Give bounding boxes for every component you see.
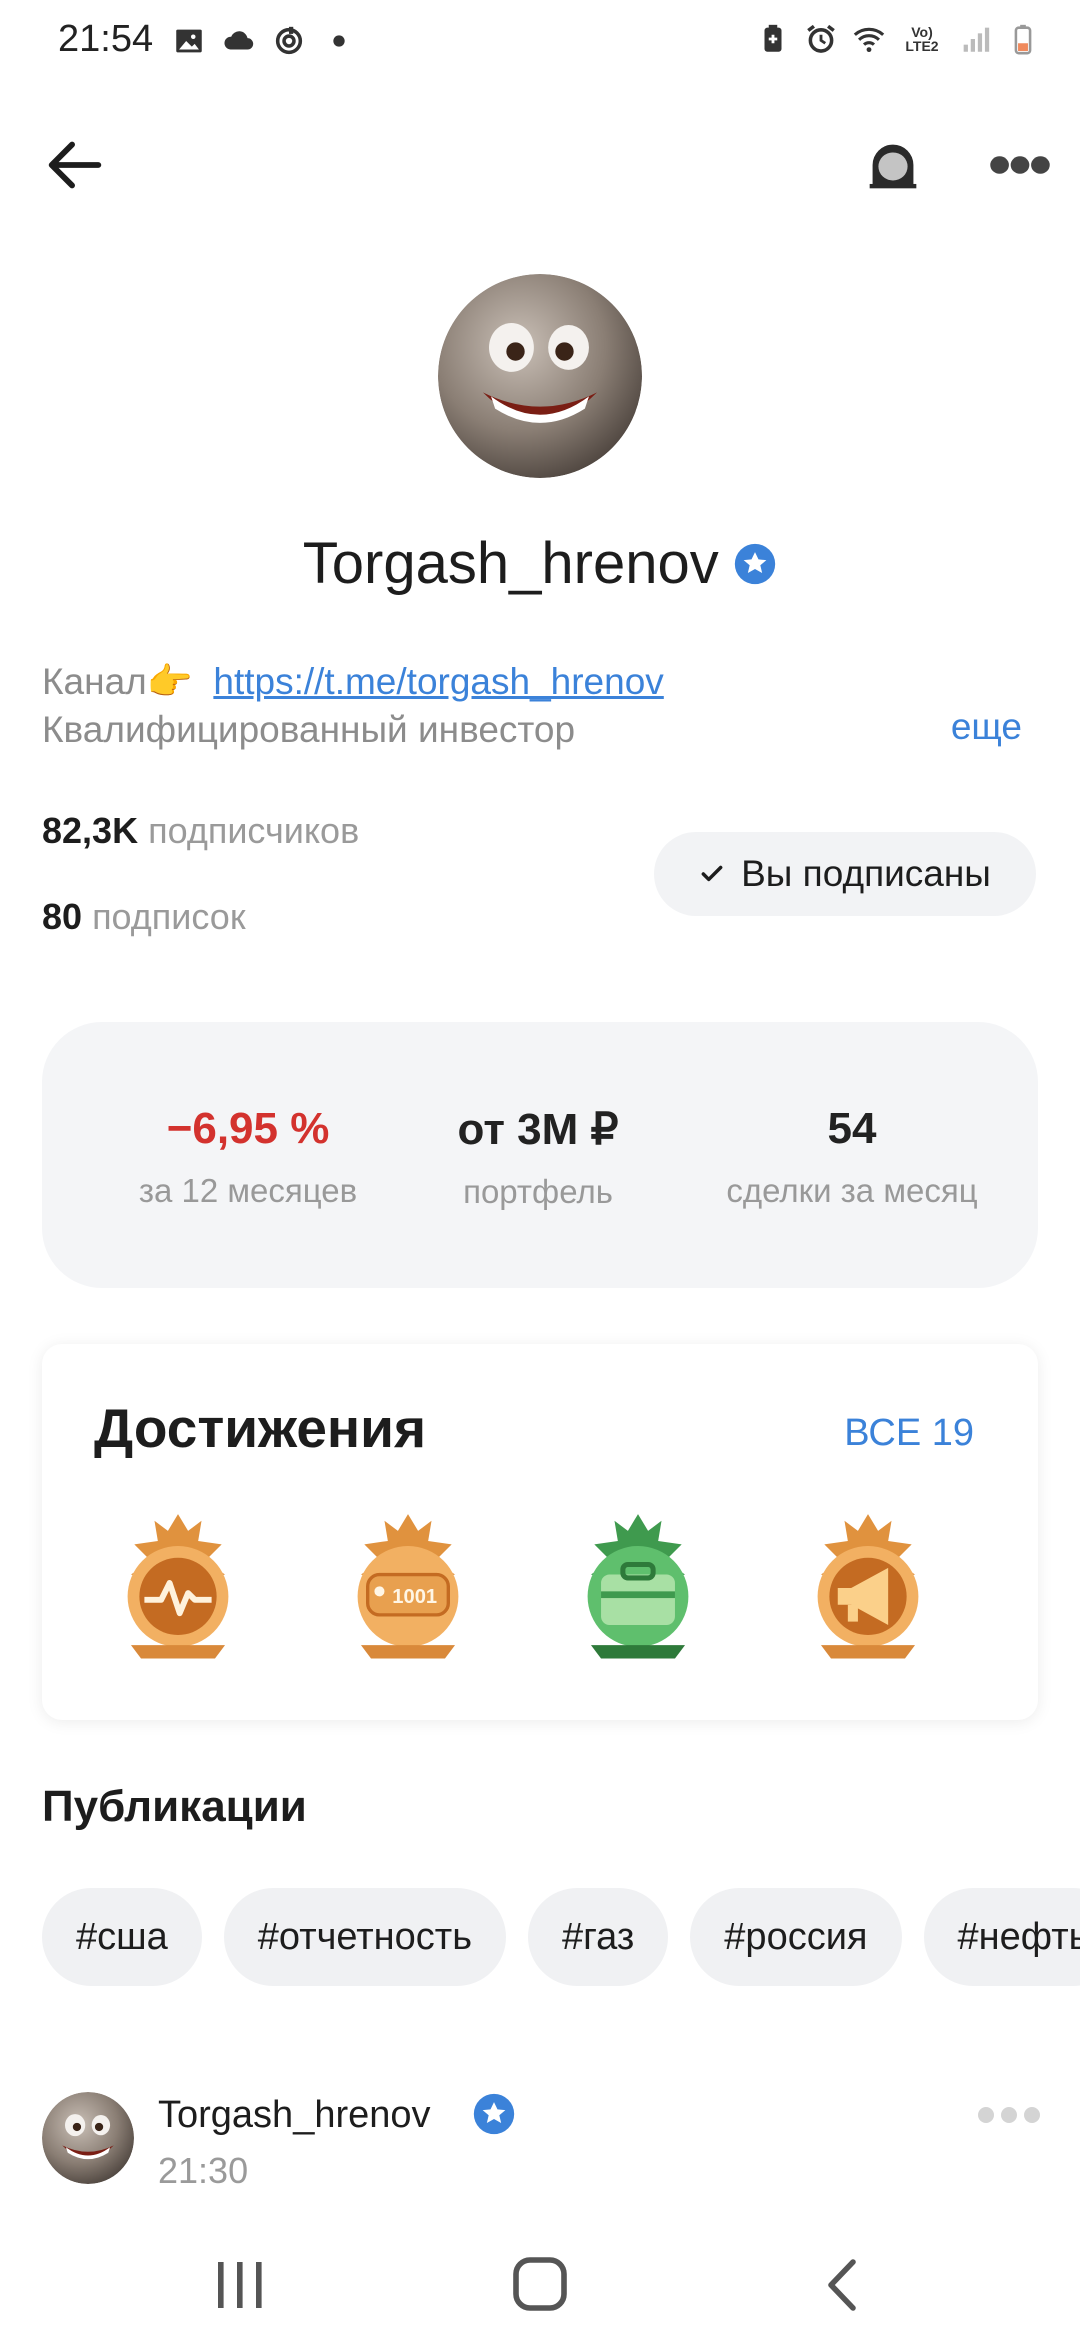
sync-icon xyxy=(275,26,303,55)
badge-1001-text: 1001 xyxy=(392,1586,437,1608)
verified-icon xyxy=(473,2093,515,2135)
profile-name-row: Torgash_hrenov xyxy=(0,530,1080,597)
check-icon xyxy=(701,865,723,882)
post-time: 21:30 xyxy=(158,2150,249,2191)
profile-name: Torgash_hrenov xyxy=(302,531,719,596)
post-header: Torgash_hrenov 21:30 xyxy=(42,2090,1042,2200)
publications-title: Публикации xyxy=(42,1782,307,1831)
signal-icon xyxy=(963,27,990,52)
more-dots-icon[interactable] xyxy=(985,130,1055,200)
pulse-badge-icon[interactable] xyxy=(94,1504,262,1672)
post-author-avatar[interactable] xyxy=(42,2092,134,2184)
verified-icon xyxy=(735,543,776,584)
alarm-icon xyxy=(807,24,835,53)
back-nav-icon[interactable] xyxy=(805,2250,885,2320)
status-bar: 21:54 Vo) LTE2 xyxy=(0,0,1080,84)
bio-prefix: Канал👉 xyxy=(42,661,193,702)
metric-yield-value: −6,95 % xyxy=(166,1104,330,1153)
metric-portfolio[interactable]: от 3M ₽ портфель xyxy=(378,1104,698,1211)
metric-portfolio-value: от 3M ₽ xyxy=(457,1105,619,1154)
system-nav-bar xyxy=(0,2230,1080,2340)
dot-icon xyxy=(333,35,345,47)
bio-line2: Квалифицированный инвестор xyxy=(42,709,576,750)
ghost-icon[interactable] xyxy=(858,130,928,200)
wifi-icon xyxy=(853,27,885,53)
subscriptions-count: 80 xyxy=(42,896,83,937)
post-author-name[interactable]: Torgash_hrenov xyxy=(158,2094,431,2137)
metric-deals-label: сделки за месяц xyxy=(726,1172,978,1209)
subscribers-stat[interactable]: 82,3K подписчиков xyxy=(42,810,359,852)
achievements-title: Достижения xyxy=(94,1397,427,1459)
subscriptions-label: подписок xyxy=(92,896,246,937)
achievements-card: Достижения ВСЕ 19 1001 xyxy=(42,1344,1038,1720)
megaphone-badge-icon[interactable] xyxy=(784,1504,952,1672)
metric-portfolio-label: портфель xyxy=(463,1173,613,1210)
post-more-icon[interactable] xyxy=(976,2100,1042,2130)
profile-avatar[interactable] xyxy=(438,274,642,478)
metrics-panel: −6,95 % за 12 месяцев от 3M ₽ портфель 5… xyxy=(42,1022,1038,1288)
profile-bio: Канал👉 https://t.me/torgash_hrenov Квали… xyxy=(42,658,1042,754)
recent-apps-icon[interactable] xyxy=(200,2250,280,2320)
tag-chip[interactable]: #россия xyxy=(690,1888,902,1986)
bio-link[interactable]: https://t.me/torgash_hrenov xyxy=(213,661,663,702)
metric-yield[interactable]: −6,95 % за 12 месяцев xyxy=(88,1104,408,1210)
cloud-icon xyxy=(224,31,254,50)
tag-chip[interactable]: #отчетность xyxy=(223,1888,506,1986)
briefcase-badge-icon[interactable] xyxy=(554,1504,722,1672)
back-arrow-icon[interactable] xyxy=(40,130,110,200)
battery-saver-icon xyxy=(764,24,782,52)
subscribed-button[interactable]: Вы подписаны xyxy=(654,832,1036,916)
tag-chip[interactable]: #газ xyxy=(528,1888,669,1986)
metric-deals-value: 54 xyxy=(827,1104,877,1153)
image-icon xyxy=(176,29,202,53)
subscribers-count: 82,3K xyxy=(42,810,139,851)
metric-yield-label: за 12 месяцев xyxy=(138,1172,358,1209)
1001-badge-icon[interactable]: 1001 xyxy=(324,1504,492,1672)
home-icon[interactable] xyxy=(500,2250,580,2320)
tag-list: #сша #отчетность #газ #россия #нефть xyxy=(42,1888,1080,1986)
tag-chip[interactable]: #нефть xyxy=(923,1888,1080,1986)
subscriptions-stat[interactable]: 80 подписок xyxy=(42,896,246,938)
subscribed-label: Вы подписаны xyxy=(741,853,991,894)
achievements-all-link[interactable]: ВСЕ 19 xyxy=(844,1412,974,1455)
metric-deals[interactable]: 54 сделки за месяц xyxy=(692,1104,1012,1210)
volte-icon: Vo) LTE2 xyxy=(905,24,939,54)
tag-chip[interactable]: #сша xyxy=(42,1888,202,1986)
battery-icon xyxy=(1014,24,1032,55)
bio-more-link[interactable]: еще xyxy=(951,706,1022,748)
subscribers-label: подписчиков xyxy=(148,810,360,851)
status-time: 21:54 xyxy=(58,18,154,60)
app-bar xyxy=(0,110,1080,200)
